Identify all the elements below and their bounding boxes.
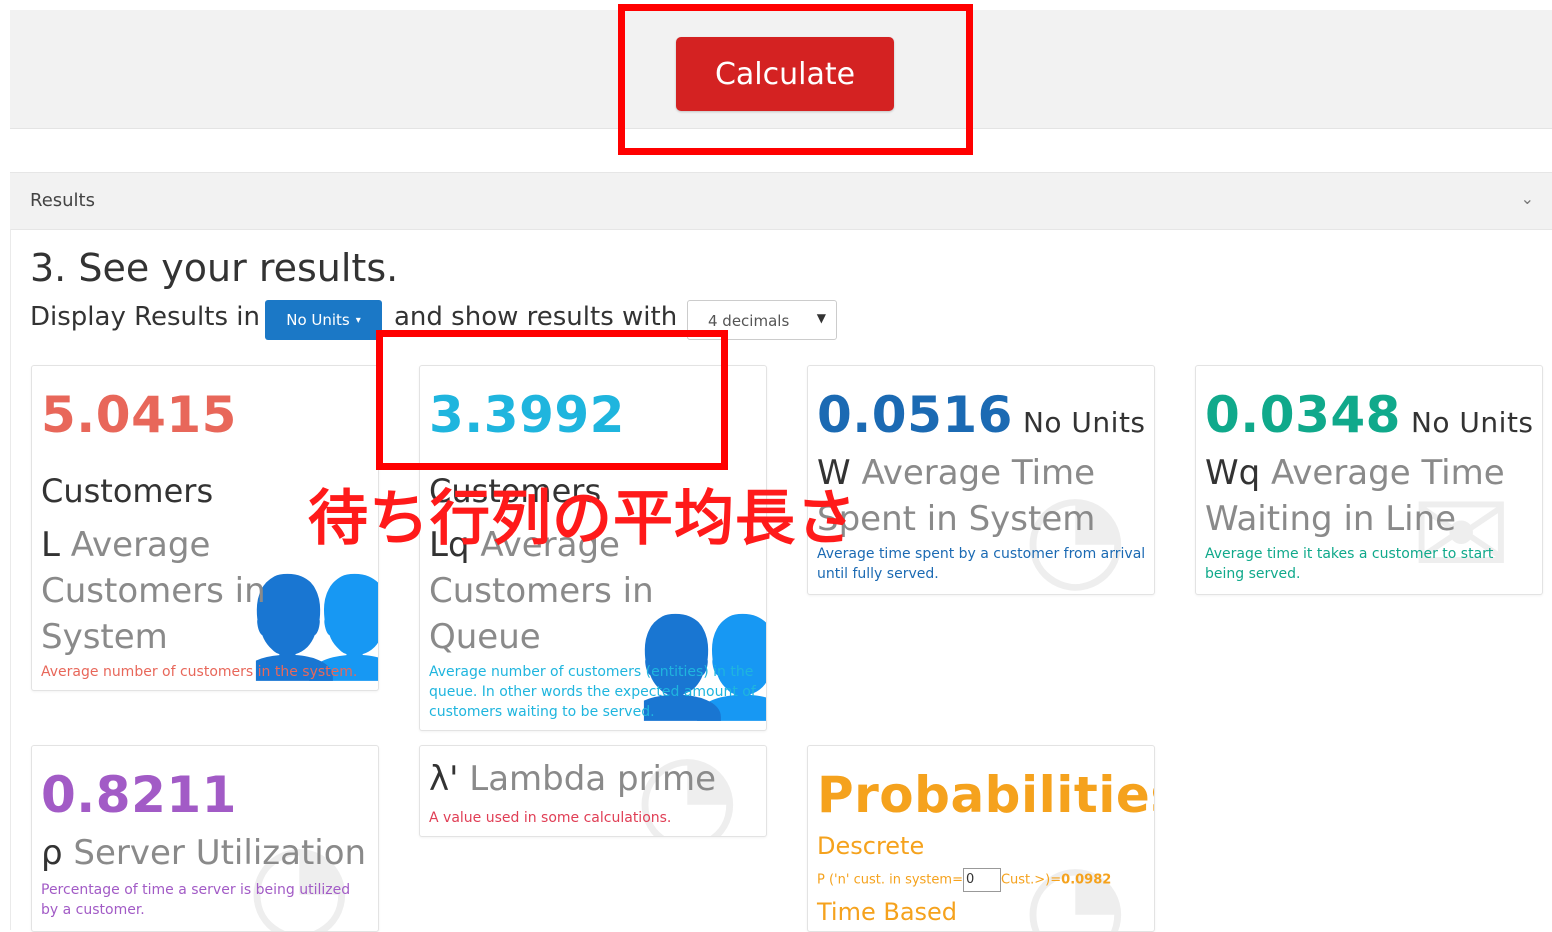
highlight-value-box: [376, 330, 728, 470]
W-title: W Average Time Spent in System: [817, 450, 1147, 542]
L-unit-label: Customers: [41, 472, 214, 510]
probabilities-title: Probabilities: [817, 766, 1155, 824]
W-unit: No Units: [1022, 406, 1146, 439]
n-customers-input[interactable]: 0: [962, 868, 1001, 892]
W-value-row: 0.0516 No Units: [817, 386, 1146, 444]
results-panel-header[interactable]: Results ⌄: [10, 172, 1552, 230]
units-button-label: No Units: [286, 311, 350, 329]
L-description: Average number of customers in the syste…: [41, 664, 358, 680]
caret-down-icon: ▾: [355, 314, 361, 326]
display-results-label: Display Results in: [30, 302, 260, 332]
Wq-value: 0.0348: [1205, 386, 1401, 444]
card-lambda-prime: ◔ λ' Lambda prime A value used in some c…: [419, 745, 767, 837]
lambda-title: λ' Lambda prime: [429, 756, 759, 802]
chevron-down-icon[interactable]: ⌄: [1521, 189, 1534, 208]
lambda-symbol: λ': [429, 759, 459, 799]
time-based-label: Time Based: [817, 898, 958, 926]
Wq-description: Average time it takes a customer to star…: [1205, 546, 1494, 582]
W-value: 0.0516: [817, 386, 1013, 444]
rho-symbol: ρ: [41, 833, 63, 873]
card-probabilities: ◔ Probabilities Descrete P ('n' cust. in…: [807, 745, 1155, 932]
show-results-label: and show results with: [394, 302, 678, 332]
rho-value: 0.8211: [41, 766, 237, 824]
units-dropdown-button[interactable]: No Units ▾: [265, 300, 382, 340]
Wq-symbol: Wq: [1205, 453, 1261, 493]
highlight-calculate-box: [618, 4, 973, 155]
rho-title-text: Server Utilization: [73, 833, 367, 873]
L-value: 5.0415: [41, 386, 237, 444]
W-description: Average time spent by a customer from ar…: [817, 546, 1146, 582]
lambda-title-text: Lambda prime: [469, 759, 717, 799]
annotation-text: 待ち行列の平均長さ: [308, 484, 857, 554]
probability-prefix: P ('n' cust. in system=: [817, 872, 963, 888]
probability-suffix: Cust.>)=: [1000, 872, 1062, 888]
card-rho: ◔ 0.8211 ρ Server Utilization Percentage…: [31, 745, 379, 932]
step-title: 3. See your results.: [30, 246, 399, 290]
lambda-description: A value used in some calculations.: [429, 810, 672, 826]
results-header-label: Results: [30, 190, 95, 211]
rho-title: ρ Server Utilization: [41, 830, 371, 876]
L-symbol: L: [41, 525, 60, 565]
Wq-unit: No Units: [1410, 406, 1534, 439]
Lq-description: Average number of customers (entities) i…: [429, 664, 756, 720]
L-title-text: Average Customers in System: [41, 525, 266, 657]
Wq-value-row: 0.0348 No Units: [1205, 386, 1534, 444]
decimals-select-value: 4 decimals: [708, 312, 790, 330]
probability-row: P ('n' cust. in system= 0 Cust.>)=0.0982: [817, 868, 1111, 892]
select-arrow-icon: ▼: [816, 311, 826, 325]
discrete-label: Descrete: [817, 832, 925, 860]
Wq-title: Wq Average Time Waiting in Line: [1205, 450, 1535, 542]
probability-value: 0.0982: [1061, 872, 1112, 888]
card-Wq: ✉ 0.0348 No Units Wq Average Time Waiting…: [1195, 365, 1543, 595]
card-W: ◔ 0.0516 No Units W Average Time Spent in…: [807, 365, 1155, 595]
rho-description: Percentage of time a server is being uti…: [41, 882, 351, 918]
W-title-text: Average Time Spent in System: [817, 453, 1096, 539]
